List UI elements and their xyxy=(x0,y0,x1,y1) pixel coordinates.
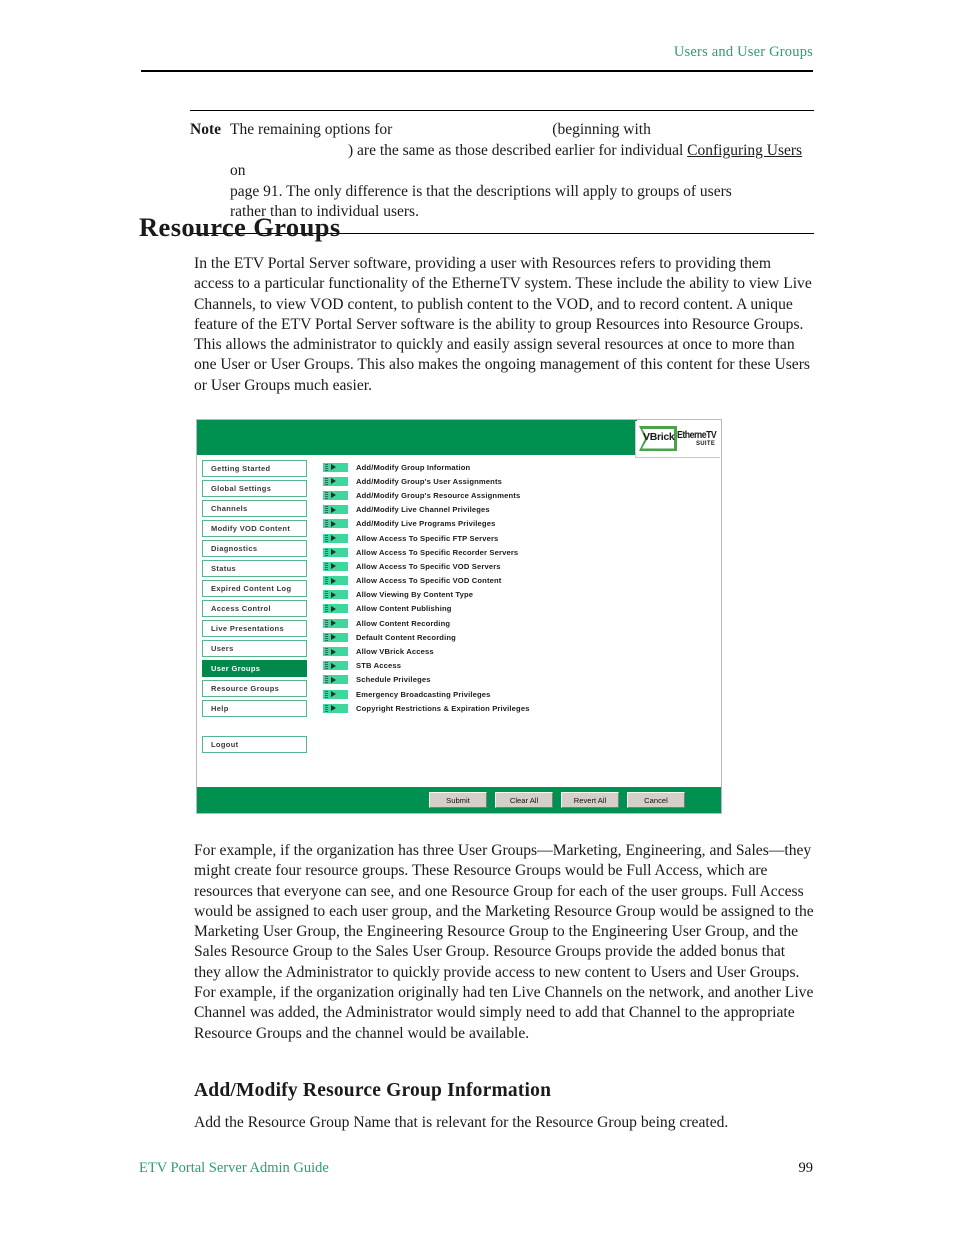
list-item[interactable]: Allow Viewing By Content Type xyxy=(323,588,703,602)
note-text: The remaining options for (beginning with… xyxy=(230,120,814,223)
privilege-label: Add/Modify Group's Resource Assignments xyxy=(356,490,521,500)
list-item[interactable]: Add/Modify Live Programs Privileges xyxy=(323,517,703,531)
arrow-bullet-icon xyxy=(323,533,348,543)
sidebar-item-user-groups[interactable]: User Groups xyxy=(202,660,307,677)
arrow-bullet-icon xyxy=(323,576,348,586)
privilege-label: STB Access xyxy=(356,661,402,671)
app-action-bar: Submit Clear All Revert All Cancel xyxy=(197,787,721,813)
list-item[interactable]: Allow Access To Specific Recorder Server… xyxy=(323,545,703,559)
list-item[interactable]: Add/Modify Live Channel Privileges xyxy=(323,503,703,517)
privilege-label: Default Content Recording xyxy=(356,632,456,642)
app-sidebar: Getting Started Global Settings Channels… xyxy=(202,460,307,756)
page-title: Resource Groups xyxy=(139,212,341,242)
privilege-label: Allow Access To Specific FTP Servers xyxy=(356,533,499,543)
arrow-bullet-icon xyxy=(323,604,348,614)
list-item[interactable]: Allow Content Recording xyxy=(323,616,703,630)
sidebar-item-live-presentations[interactable]: Live Presentations xyxy=(202,620,307,637)
arrow-bullet-icon xyxy=(323,505,348,515)
sidebar-item-channels[interactable]: Channels xyxy=(202,500,307,517)
arrow-bullet-icon xyxy=(323,689,348,699)
example-paragraph: For example, if the organization has thr… xyxy=(194,842,814,1042)
clear-all-button[interactable]: Clear All xyxy=(495,792,553,808)
logo-product-text: EtherneTV xyxy=(677,430,717,441)
embedded-app-screenshot: VBrick EtherneTV SUITE Getting Started G… xyxy=(196,419,722,814)
privilege-list: Add/Modify Group Information Add/Modify … xyxy=(323,460,703,715)
footer-page-number: 99 xyxy=(798,1160,814,1176)
privilege-label: Allow Access To Specific VOD Servers xyxy=(356,561,501,571)
privilege-label: Add/Modify Group Information xyxy=(356,462,471,472)
note-line2-b: on xyxy=(230,162,246,180)
privilege-label: Add/Modify Group's User Assignments xyxy=(356,476,503,486)
arrow-bullet-icon xyxy=(323,462,348,472)
addmod-paragraph: Add the Resource Group Name that is rele… xyxy=(194,1114,729,1131)
arrow-bullet-icon xyxy=(323,675,348,685)
arrow-bullet-icon xyxy=(323,490,348,500)
privilege-label: Allow VBrick Access xyxy=(356,647,434,657)
list-item[interactable]: Add/Modify Group's Resource Assignments xyxy=(323,488,703,502)
arrow-bullet-icon xyxy=(323,647,348,657)
privilege-label: Add/Modify Live Programs Privileges xyxy=(356,519,496,529)
cancel-button[interactable]: Cancel xyxy=(627,792,685,808)
list-item[interactable]: Default Content Recording xyxy=(323,630,703,644)
list-item[interactable]: Allow Access To Specific FTP Servers xyxy=(323,531,703,545)
privilege-label: Schedule Privileges xyxy=(356,675,431,685)
arrow-bullet-icon xyxy=(323,618,348,628)
intro-paragraph: In the ETV Portal Server software, provi… xyxy=(194,255,812,394)
privilege-label: Allow Access To Specific Recorder Server… xyxy=(356,547,519,557)
list-item[interactable]: Allow Content Publishing xyxy=(323,602,703,616)
sidebar-item-status[interactable]: Status xyxy=(202,560,307,577)
privilege-label: Allow Viewing By Content Type xyxy=(356,590,474,600)
note-line3: page 91. The only difference is that the… xyxy=(230,182,732,200)
arrow-bullet-icon xyxy=(323,590,348,600)
list-item[interactable]: Add/Modify Group Information xyxy=(323,460,703,474)
sidebar-item-modify-vod-content[interactable]: Modify VOD Content xyxy=(202,520,307,537)
logo-vbrick-text: VBrick xyxy=(643,431,675,443)
submit-button[interactable]: Submit xyxy=(429,792,487,808)
note-line1-b: (beginning with xyxy=(552,121,651,139)
sidebar-item-help[interactable]: Help xyxy=(202,700,307,717)
vbrick-logo: VBrick EtherneTV SUITE xyxy=(635,421,720,458)
arrow-bullet-icon xyxy=(323,703,348,713)
note-line2-a: ) are the same as those described earlie… xyxy=(348,141,684,159)
sidebar-item-resource-groups[interactable]: Resource Groups xyxy=(202,680,307,697)
list-item[interactable]: STB Access xyxy=(323,659,703,673)
arrow-bullet-icon xyxy=(323,476,348,486)
note-label: Note xyxy=(190,121,221,139)
logo-suite-text: SUITE xyxy=(696,441,716,447)
arrow-bullet-icon xyxy=(323,547,348,557)
list-item[interactable]: Emergency Broadcasting Privileges xyxy=(323,687,703,701)
sidebar-item-access-control[interactable]: Access Control xyxy=(202,600,307,617)
privilege-label: Copyright Restrictions & Expiration Priv… xyxy=(356,703,530,713)
list-item[interactable]: Copyright Restrictions & Expiration Priv… xyxy=(323,701,703,715)
privilege-label: Add/Modify Live Channel Privileges xyxy=(356,505,490,515)
list-item[interactable]: Allow Access To Specific VOD Servers xyxy=(323,559,703,573)
list-item[interactable]: Allow Access To Specific VOD Content xyxy=(323,574,703,588)
sidebar-item-expired-content-log[interactable]: Expired Content Log xyxy=(202,580,307,597)
privilege-label: Allow Access To Specific VOD Content xyxy=(356,576,502,586)
sidebar-item-getting-started[interactable]: Getting Started xyxy=(202,460,307,477)
sidebar-item-users[interactable]: Users xyxy=(202,640,307,657)
list-item[interactable]: Schedule Privileges xyxy=(323,673,703,687)
privilege-label: Allow Content Recording xyxy=(356,618,451,628)
arrow-bullet-icon xyxy=(323,661,348,671)
running-header: Users and User Groups xyxy=(673,44,813,60)
arrow-bullet-icon xyxy=(323,561,348,571)
arrow-bullet-icon xyxy=(323,519,348,529)
sidebar-item-logout[interactable]: Logout xyxy=(202,736,307,753)
note-xref-link[interactable]: Configuring Users xyxy=(687,142,802,159)
sidebar-item-diagnostics[interactable]: Diagnostics xyxy=(202,540,307,557)
app-header-bar xyxy=(197,420,637,455)
revert-all-button[interactable]: Revert All xyxy=(561,792,619,808)
footer-guide-title: ETV Portal Server Admin Guide xyxy=(139,1160,329,1176)
arrow-bullet-icon xyxy=(323,632,348,642)
section-heading: Add/Modify Resource Group Information xyxy=(194,1080,552,1101)
list-item[interactable]: Allow VBrick Access xyxy=(323,644,703,658)
privilege-label: Allow Content Publishing xyxy=(356,604,452,614)
sidebar-item-global-settings[interactable]: Global Settings xyxy=(202,480,307,497)
note-line1-a: The remaining options for xyxy=(230,121,393,139)
header-rule xyxy=(141,70,813,72)
privilege-label: Emergency Broadcasting Privileges xyxy=(356,689,491,699)
list-item[interactable]: Add/Modify Group's User Assignments xyxy=(323,474,703,488)
